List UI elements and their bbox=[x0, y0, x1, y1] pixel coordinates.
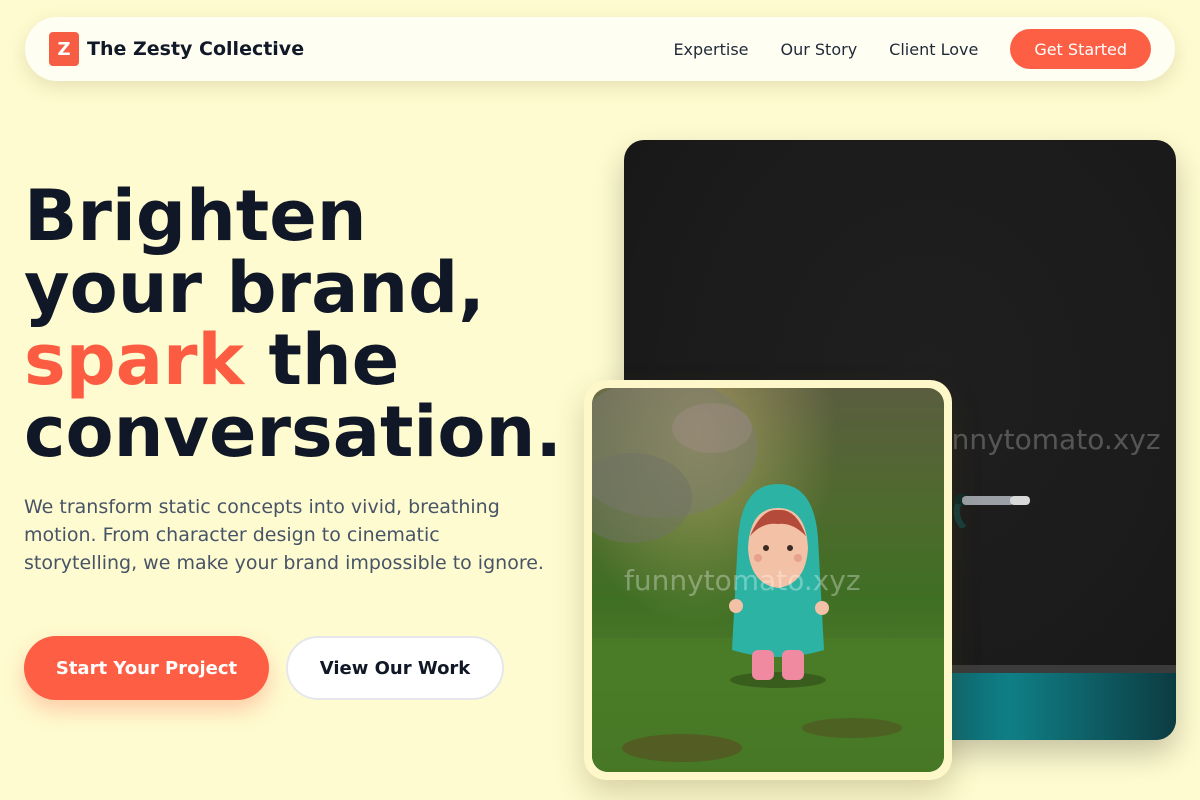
nav-link-our-story[interactable]: Our Story bbox=[781, 40, 858, 59]
brand-name[interactable]: The Zesty Collective bbox=[87, 38, 304, 60]
headline-line-2: your brand, bbox=[24, 247, 485, 329]
headline-accent-word: spark bbox=[24, 319, 245, 401]
nav-link-expertise[interactable]: Expertise bbox=[673, 40, 748, 59]
photo-watermark: funnytomato.xyz bbox=[624, 564, 861, 597]
featured-photo-card[interactable]: funnytomato.xyz bbox=[584, 380, 952, 780]
top-navbar: Z The Zesty Collective Expertise Our Sto… bbox=[25, 17, 1175, 81]
figurine-photo: funnytomato.xyz bbox=[592, 388, 944, 772]
nav-link-client-love[interactable]: Client Love bbox=[889, 40, 978, 59]
headline-line-1: Brighten bbox=[24, 175, 367, 257]
start-project-button[interactable]: Start Your Project bbox=[24, 636, 269, 700]
headline-line-3-rest: the bbox=[244, 319, 400, 401]
lever-graphic bbox=[953, 494, 1030, 528]
hero-headline: Brighten your brand, spark the conversat… bbox=[24, 180, 604, 468]
nav-links: Expertise Our Story Client Love bbox=[673, 40, 978, 59]
get-started-button[interactable]: Get Started bbox=[1010, 29, 1151, 69]
headline-line-4: conversation. bbox=[24, 391, 562, 473]
logo-icon[interactable]: Z bbox=[49, 32, 79, 66]
hero-subtext: We transform static concepts into vivid,… bbox=[24, 496, 544, 574]
headline-line-3: spark the bbox=[24, 324, 604, 396]
video-watermark: funnytomato.xyz bbox=[924, 423, 1161, 456]
view-work-button[interactable]: View Our Work bbox=[286, 636, 504, 700]
